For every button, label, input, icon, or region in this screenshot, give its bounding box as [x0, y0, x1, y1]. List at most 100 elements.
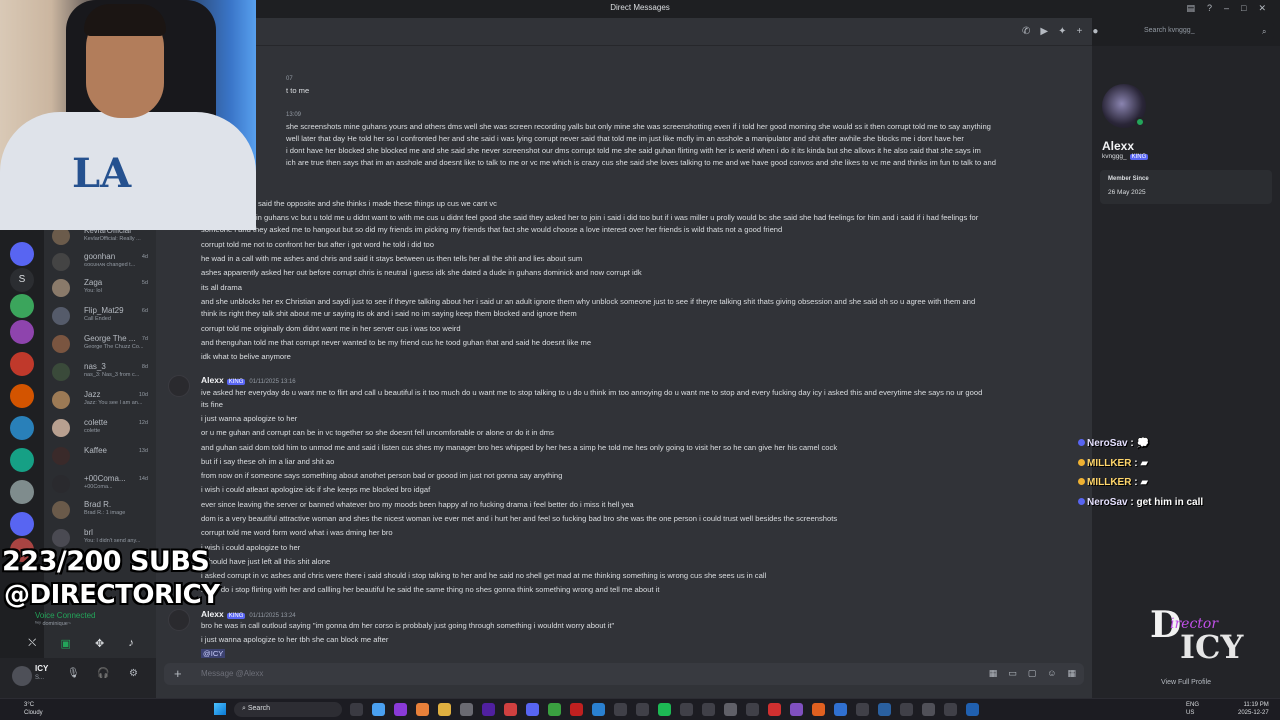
help-icon[interactable]: ? — [1207, 3, 1212, 14]
app-icon[interactable] — [482, 703, 495, 716]
discord-icon[interactable] — [526, 703, 539, 716]
windows-start-icon[interactable] — [214, 703, 226, 715]
avatar[interactable] — [12, 666, 32, 686]
server-icon[interactable] — [10, 242, 34, 266]
app-icon[interactable] — [768, 703, 781, 716]
taskbar-clock[interactable]: 11:19 PM 2025-12-27 — [1238, 701, 1269, 717]
emote-icon: ▰ — [1140, 477, 1149, 488]
view-full-profile-link[interactable]: View Full Profile — [1092, 679, 1280, 686]
app-icon[interactable] — [702, 703, 715, 716]
message-input[interactable]: Message @Alexx — [201, 669, 263, 678]
app-icon[interactable] — [966, 703, 979, 716]
app-icon[interactable] — [680, 703, 693, 716]
apps-icon[interactable]: ▦ — [1067, 668, 1076, 679]
app-icon[interactable] — [856, 703, 869, 716]
taskbar-search[interactable]: ⌕ Search — [234, 702, 342, 717]
gif-icon[interactable]: ▭ — [1008, 668, 1017, 679]
app-icon[interactable] — [944, 703, 957, 716]
task-view-icon[interactable] — [350, 703, 363, 716]
system-tray-language[interactable]: ENG US — [1186, 701, 1199, 717]
app-icon[interactable] — [636, 703, 649, 716]
close-icon[interactable]: ✕ — [1258, 3, 1266, 14]
minimize-icon[interactable]: – — [1224, 3, 1229, 14]
attach-icon[interactable]: + — [174, 666, 182, 681]
firefox-icon[interactable] — [416, 703, 429, 716]
pin-icon[interactable]: ✦ — [1058, 26, 1066, 37]
dm-status: George The Chuzz Co... — [84, 344, 144, 350]
server-icon[interactable] — [10, 416, 34, 440]
voice-channel-name[interactable]: ʰᵉʸ dominique~ — [35, 621, 71, 627]
settings-icon[interactable]: ⚙ — [129, 668, 138, 679]
app-icon[interactable] — [900, 703, 913, 716]
server-icon-s[interactable]: S — [10, 268, 34, 292]
dm-item[interactable]: Jazz Jazz: You see I am an... 10d — [50, 388, 152, 414]
app-icon[interactable] — [922, 703, 935, 716]
author-name[interactable]: Alexx — [201, 375, 224, 385]
sticker-icon[interactable]: ▢ — [1028, 668, 1037, 679]
server-icon[interactable] — [10, 480, 34, 504]
app-icon[interactable] — [746, 703, 759, 716]
user-profile-icon[interactable]: ● — [1092, 26, 1098, 37]
app-icon[interactable] — [570, 703, 583, 716]
chrome-icon[interactable] — [548, 703, 561, 716]
message-timestamp: 01/11/2025 13:24 — [249, 613, 296, 619]
dm-item[interactable]: Flip_Mat29 Call Ended 6d — [50, 304, 152, 330]
inbox-icon[interactable]: ▤ — [1186, 3, 1195, 14]
dm-time: 7d — [141, 336, 148, 342]
dm-item[interactable]: Kaffee 13d — [50, 444, 152, 470]
app-icon[interactable] — [790, 703, 803, 716]
weather-widget[interactable]: 3°C Cloudy — [24, 701, 43, 717]
file-explorer-icon[interactable] — [438, 703, 451, 716]
app-icon[interactable] — [394, 703, 407, 716]
server-icon[interactable] — [10, 320, 34, 344]
author-name[interactable]: Alexx — [201, 609, 224, 619]
gift-icon[interactable]: ▦ — [989, 668, 998, 679]
microphone-icon[interactable]: 🎙 — [67, 668, 80, 679]
app-icon[interactable] — [504, 703, 517, 716]
dm-item[interactable]: +00Coma... +00Coma... 14d — [50, 472, 152, 498]
tray-lang: ENG — [1186, 702, 1200, 708]
role-tag: KING — [226, 613, 246, 619]
add-friends-icon[interactable]: + — [1076, 26, 1082, 37]
headphones-icon[interactable]: 🎧 — [97, 668, 109, 679]
message-author[interactable]: Alexx KING 01/11/2025 13:16 — [201, 375, 296, 385]
activities-icon[interactable]: ✥ — [95, 637, 104, 650]
call-icon[interactable]: ✆ — [1022, 26, 1030, 37]
emoji-icon[interactable]: ☺ — [1047, 668, 1056, 679]
app-icon[interactable] — [460, 703, 473, 716]
search-input[interactable]: Search kvnggg_ — [1138, 23, 1274, 39]
app-icon[interactable] — [834, 703, 847, 716]
video-call-icon[interactable]: ▶ — [1040, 26, 1048, 37]
server-icon[interactable] — [10, 294, 34, 318]
app-icon[interactable] — [592, 703, 605, 716]
app-icon[interactable] — [372, 703, 385, 716]
soundboard-icon[interactable]: ♪ — [128, 637, 134, 649]
maximize-icon[interactable]: □ — [1241, 3, 1246, 14]
dm-item[interactable]: colette colette 12d — [50, 416, 152, 442]
dm-item[interactable]: George The ... George The Chuzz Co... 7d — [50, 332, 152, 358]
server-icon[interactable] — [10, 512, 34, 536]
avatar[interactable] — [168, 609, 190, 631]
app-icon[interactable] — [614, 703, 627, 716]
server-icon[interactable] — [10, 352, 34, 376]
dm-item[interactable]: nas_3 nas_3: Nas_3 from c... 8d — [50, 360, 152, 386]
screenshare-icon[interactable]: ▣ — [60, 637, 70, 650]
server-icon[interactable] — [10, 448, 34, 472]
dm-item[interactable]: Zaga You: lol 5d — [50, 276, 152, 302]
message-composer[interactable]: + Message @Alexx ▦ ▭ ▢ ☺ ▦ — [164, 663, 1084, 685]
steam-icon[interactable] — [878, 703, 891, 716]
app-icon[interactable] — [812, 703, 825, 716]
avatar[interactable] — [168, 375, 190, 397]
dm-item[interactable]: Brad R. Brad R.: 1 image — [50, 498, 152, 524]
server-icon[interactable] — [10, 384, 34, 408]
taskbar-search-label: Search — [247, 705, 271, 712]
message-author[interactable]: Alexx KING 01/11/2025 13:24 — [201, 609, 296, 619]
mention[interactable]: @ICY — [201, 649, 226, 658]
member-since-value: 26 May 2025 — [1108, 189, 1146, 196]
dm-item[interactable]: goonhan ɢᴏɢᴜʜᴀɴ changed t... 4d — [50, 250, 152, 276]
video-off-icon[interactable]: ⛌ — [28, 637, 36, 650]
webcam-hair — [84, 4, 166, 36]
dm-name: brl — [84, 528, 93, 537]
app-icon[interactable] — [724, 703, 737, 716]
spotify-icon[interactable] — [658, 703, 671, 716]
